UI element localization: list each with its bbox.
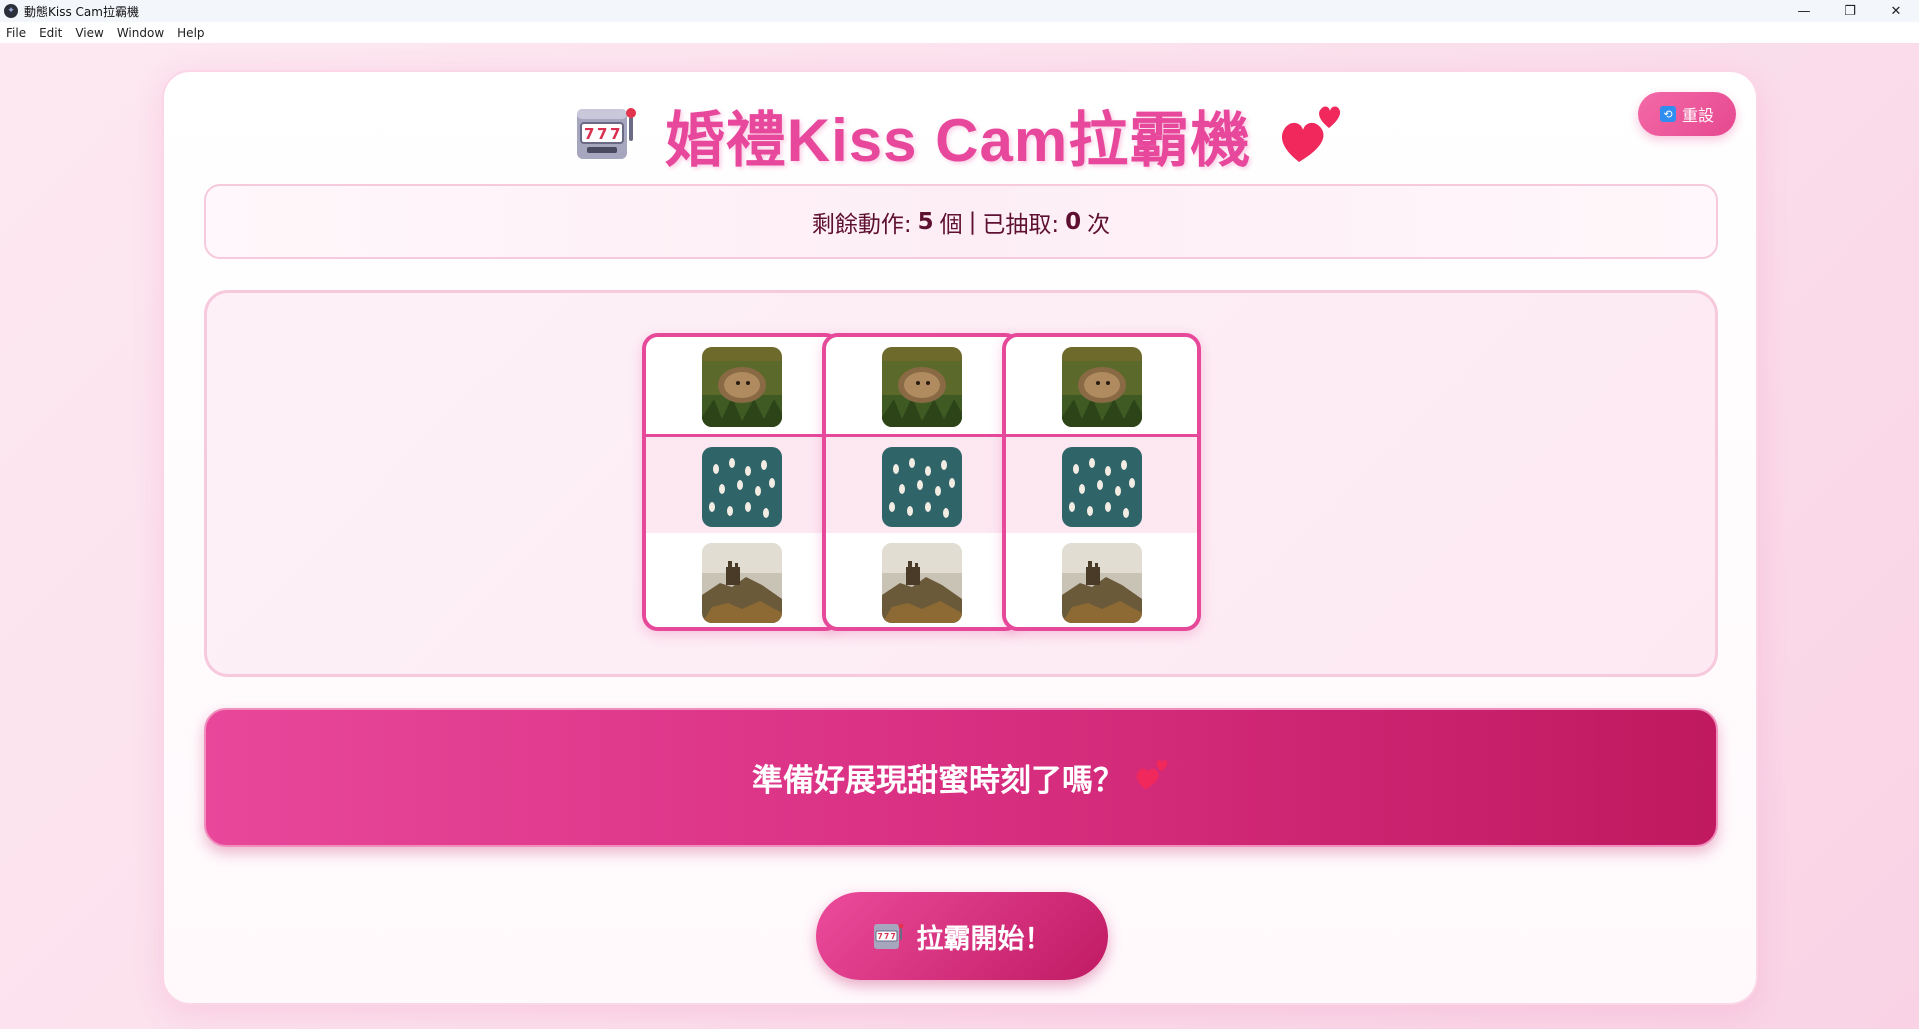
menu-window[interactable]: Window <box>111 26 171 40</box>
two-hearts-icon <box>1134 756 1170 800</box>
reel-cell <box>826 533 1017 627</box>
reel-cell <box>826 337 1017 436</box>
menu-edit[interactable]: Edit <box>33 26 69 40</box>
refresh-icon: ⟲ <box>1659 106 1676 122</box>
menu-file[interactable]: File <box>0 26 33 40</box>
reel-cell <box>1006 434 1197 539</box>
drawn-unit: 次 <box>1087 211 1111 238</box>
flamingos-thumbnail <box>701 446 782 527</box>
cliff-castle-thumbnail <box>1061 542 1142 623</box>
svg-text:7: 7 <box>597 125 607 143</box>
window-controls: — ❐ ✕ <box>1781 0 1919 22</box>
remaining-count: 5 <box>917 208 934 235</box>
svg-text:7: 7 <box>890 932 895 941</box>
reel-cell <box>646 533 837 627</box>
main-card: 7 7 7 婚禮Kiss Cam拉霸機 ⟲ 重設 剩餘動作: 5 個 | 已抽取… <box>162 70 1758 1005</box>
menu-help[interactable]: Help <box>171 26 211 40</box>
slot-reel-3 <box>1002 333 1201 631</box>
spin-button-label: 拉霸開始！ <box>916 923 1052 955</box>
reel-area <box>204 290 1718 677</box>
minimize-button[interactable]: — <box>1781 0 1827 22</box>
stats-panel: 剩餘動作: 5 個 | 已抽取: 0 次 <box>204 184 1718 259</box>
reels-container <box>207 293 1715 674</box>
svg-text:7: 7 <box>584 125 594 143</box>
hedgehog-thumbnail <box>881 346 962 427</box>
remaining-unit: 個 <box>939 211 963 238</box>
remaining-label: 剩餘動作: <box>811 211 912 238</box>
drawn-count: 0 <box>1065 208 1082 235</box>
drawn-label: 已抽取: <box>982 211 1060 238</box>
hedgehog-thumbnail <box>701 346 782 427</box>
stats-separator: | <box>968 208 977 235</box>
reset-button[interactable]: ⟲ 重設 <box>1638 92 1736 136</box>
spin-button[interactable]: 7 7 7 拉霸開始！ <box>816 892 1108 980</box>
header: 7 7 7 婚禮Kiss Cam拉霸機 <box>164 90 1756 180</box>
slot-reel-1 <box>642 333 841 631</box>
reel-cell <box>1006 533 1197 627</box>
flamingos-thumbnail <box>1061 446 1142 527</box>
reel-cell <box>646 337 837 436</box>
window-titlebar: ✦ 動態Kiss Cam拉霸機 — ❐ ✕ <box>0 0 1919 22</box>
app-icon: ✦ <box>4 4 18 18</box>
message-text: 準備好展現甜蜜時刻了嗎？ <box>752 763 1124 799</box>
reset-button-label: 重設 <box>1681 106 1714 125</box>
svg-text:7: 7 <box>877 932 882 941</box>
flamingos-thumbnail <box>881 446 962 527</box>
menu-view[interactable]: View <box>69 26 110 40</box>
slot-machine-icon: 7 7 7 <box>575 103 639 167</box>
cliff-castle-thumbnail <box>701 542 782 623</box>
slot-machine-icon: 7 7 7 <box>873 921 905 951</box>
reel-cell <box>1006 337 1197 436</box>
two-hearts-icon <box>1277 100 1345 170</box>
slot-reel-2 <box>822 333 1021 631</box>
menu-bar: File Edit View Window Help <box>0 22 1919 43</box>
cliff-castle-thumbnail <box>881 542 962 623</box>
svg-text:7: 7 <box>884 932 889 941</box>
reel-cell <box>646 434 837 539</box>
page-title: 婚禮Kiss Cam拉霸機 <box>664 106 1252 174</box>
svg-text:7: 7 <box>610 125 620 143</box>
hedgehog-thumbnail <box>1061 346 1142 427</box>
reel-cell <box>826 434 1017 539</box>
window-title: 動態Kiss Cam拉霸機 <box>24 4 139 19</box>
message-banner: 準備好展現甜蜜時刻了嗎？ <box>204 708 1718 847</box>
close-button[interactable]: ✕ <box>1873 0 1919 22</box>
maximize-button[interactable]: ❐ <box>1827 0 1873 22</box>
